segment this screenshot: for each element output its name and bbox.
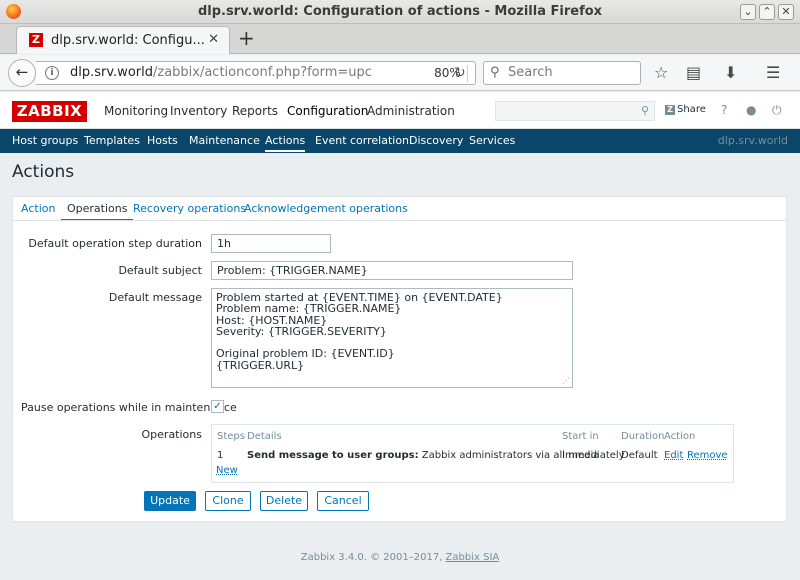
operations-label: Operations bbox=[141, 428, 202, 441]
reload-icon[interactable]: ↻ bbox=[454, 65, 466, 81]
share-button[interactable]: Z Share bbox=[665, 104, 706, 115]
server-name: dlp.srv.world bbox=[717, 134, 788, 147]
submenu-services[interactable]: Services bbox=[469, 134, 515, 147]
window-titlebar: dlp.srv.world: Configuration of actions … bbox=[0, 0, 800, 24]
operations-form: Default operation step duration 1h Defau… bbox=[12, 220, 787, 522]
submenu-discovery[interactable]: Discovery bbox=[409, 134, 463, 147]
delete-button[interactable]: Delete bbox=[260, 491, 308, 511]
page-footer: Zabbix 3.4.0. © 2001–2017, Zabbix SIA bbox=[300, 552, 500, 563]
reading-list-icon[interactable]: ▤ bbox=[686, 63, 701, 82]
sub-menu: Host groups Templates Hosts Maintenance … bbox=[0, 129, 800, 153]
help-icon[interactable]: ? bbox=[721, 103, 727, 117]
column-header-duration: Duration bbox=[621, 431, 665, 442]
browser-tab-active[interactable]: Z dlp.srv.world: Configu... ✕ bbox=[16, 26, 230, 54]
subject-label: Default subject bbox=[118, 264, 202, 277]
update-button[interactable]: Update bbox=[144, 491, 196, 511]
browser-search-input[interactable]: ⚲ Search bbox=[483, 61, 641, 85]
share-z-icon: Z bbox=[665, 105, 675, 115]
tab-recovery-operations[interactable]: Recovery operations bbox=[133, 202, 246, 215]
message-label: Default message bbox=[108, 291, 202, 304]
maximize-button[interactable]: ⌃ bbox=[759, 4, 775, 20]
column-header-start-in: Start in bbox=[562, 431, 599, 442]
search-icon[interactable]: ⚲ bbox=[641, 104, 649, 117]
close-window-button[interactable]: ✕ bbox=[778, 4, 794, 20]
column-header-details: Details bbox=[247, 431, 282, 442]
submenu-maintenance[interactable]: Maintenance bbox=[189, 134, 260, 147]
cancel-button[interactable]: Cancel bbox=[317, 491, 369, 511]
back-icon[interactable]: ← bbox=[8, 59, 36, 87]
submenu-host-groups[interactable]: Host groups bbox=[12, 134, 78, 147]
page-title: Actions bbox=[12, 162, 75, 182]
menu-administration[interactable]: Administration bbox=[367, 104, 455, 118]
operations-table: Steps Details Start in Duration Action 1… bbox=[211, 424, 734, 483]
hamburger-menu-icon[interactable]: ☰ bbox=[766, 63, 780, 82]
column-header-steps: Steps bbox=[217, 431, 245, 442]
minimize-button[interactable]: ⌄ bbox=[740, 4, 756, 20]
download-icon[interactable]: ⬇ bbox=[724, 63, 737, 82]
bookmark-star-icon[interactable]: ☆ bbox=[654, 63, 668, 82]
window-title: dlp.srv.world: Configuration of actions … bbox=[197, 4, 603, 19]
browser-tab-bar: Z dlp.srv.world: Configu... ✕ + bbox=[0, 24, 800, 54]
tab-operations[interactable]: Operations bbox=[61, 202, 134, 222]
tab-acknowledgement-operations[interactable]: Acknowledgement operations bbox=[244, 202, 408, 215]
info-icon[interactable]: i bbox=[45, 66, 59, 80]
url-text[interactable]: dlp.srv.world/zabbix/actionconf.php?form… bbox=[70, 65, 400, 80]
step-duration-label: Default operation step duration bbox=[28, 237, 202, 250]
zabbix-sia-link[interactable]: Zabbix SIA bbox=[446, 552, 500, 563]
new-operation-link[interactable]: New bbox=[216, 465, 238, 476]
tab-action[interactable]: Action bbox=[21, 202, 55, 215]
url-bar[interactable]: i dlp.srv.world/zabbix/actionconf.php?fo… bbox=[36, 61, 476, 85]
submenu-hosts[interactable]: Hosts bbox=[147, 134, 178, 147]
remove-operation-link[interactable]: Remove bbox=[687, 450, 728, 461]
zabbix-search-input[interactable]: ⚲ bbox=[495, 101, 655, 121]
submenu-templates[interactable]: Templates bbox=[84, 134, 140, 147]
row-steps: 1 bbox=[217, 450, 224, 461]
subject-input[interactable]: Problem: {TRIGGER.NAME} bbox=[211, 261, 573, 280]
form-tabs: Action Operations Recovery operations Ac… bbox=[12, 196, 787, 222]
row-details: Send message to user groups: Zabbix admi… bbox=[247, 450, 600, 461]
new-tab-button[interactable]: + bbox=[238, 28, 255, 48]
clone-button[interactable]: Clone bbox=[205, 491, 251, 511]
edit-operation-link[interactable]: Edit bbox=[664, 450, 683, 461]
menu-monitoring[interactable]: Monitoring bbox=[104, 104, 168, 118]
row-duration: Default bbox=[621, 450, 658, 461]
zabbix-logo[interactable]: ZABBIX bbox=[12, 101, 87, 122]
message-textarea[interactable]: Problem started at {EVENT.TIME} on {EVEN… bbox=[211, 288, 573, 388]
tab-close-icon[interactable]: ✕ bbox=[208, 32, 219, 47]
submenu-event-correlation[interactable]: Event correlation bbox=[315, 134, 409, 147]
zabbix-favicon-icon: Z bbox=[29, 33, 43, 47]
pause-label: Pause operations while in maintenance bbox=[21, 401, 237, 414]
search-icon: ⚲ bbox=[490, 65, 500, 80]
browser-tab-label: dlp.srv.world: Configu... bbox=[51, 33, 205, 48]
browser-navbar: ← i dlp.srv.world/zabbix/actionconf.php?… bbox=[0, 55, 800, 91]
submenu-actions[interactable]: Actions bbox=[265, 134, 306, 152]
step-duration-input[interactable]: 1h bbox=[211, 234, 331, 253]
pause-checkbox[interactable]: ✓ bbox=[211, 400, 224, 413]
user-icon[interactable]: ● bbox=[746, 103, 756, 117]
menu-inventory[interactable]: Inventory bbox=[170, 104, 227, 118]
resize-grip-icon[interactable]: ⋰ bbox=[562, 375, 570, 386]
row-start-in: Immediately bbox=[562, 450, 625, 461]
zabbix-header: ZABBIX Monitoring Inventory Reports Conf… bbox=[0, 92, 800, 129]
power-icon[interactable]: ⏻ bbox=[772, 103, 782, 118]
column-header-action: Action bbox=[664, 431, 696, 442]
menu-configuration[interactable]: Configuration bbox=[287, 104, 368, 118]
menu-reports[interactable]: Reports bbox=[232, 104, 278, 118]
